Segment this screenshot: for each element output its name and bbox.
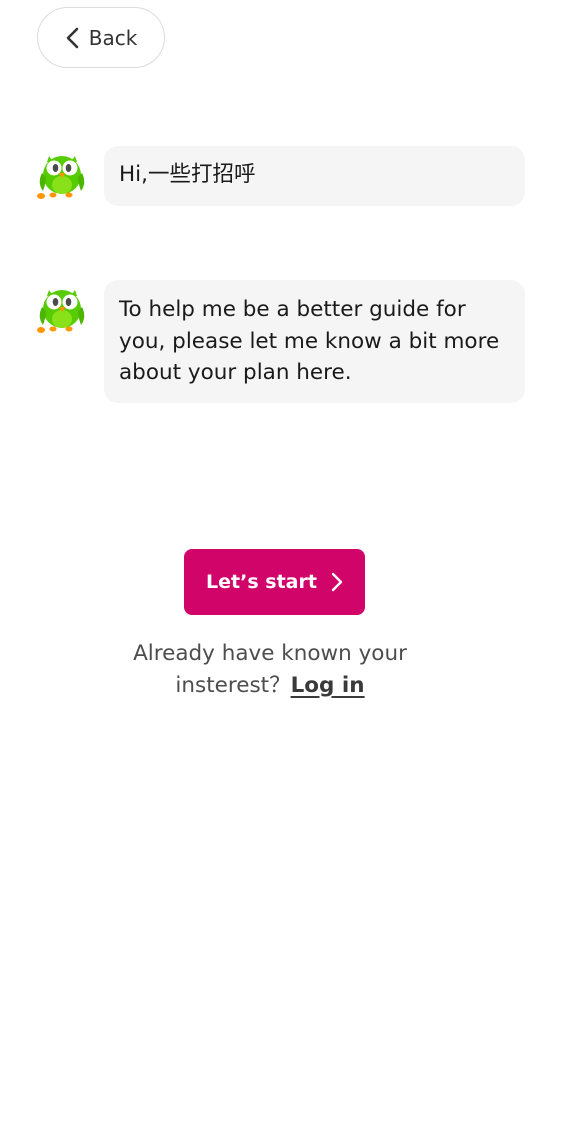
login-prompt-line2: insterest？Log in bbox=[0, 670, 540, 702]
chat-bubble: To help me be a better guide for you, pl… bbox=[104, 280, 525, 403]
chat-bubble: Hi,一些打招呼 bbox=[104, 146, 525, 206]
chat-onboarding-screen: Back Hi,一些打招呼 To help me be a better gui… bbox=[0, 0, 563, 1146]
login-prompt-line1: Already have known your bbox=[133, 641, 407, 666]
login-prompt-question: insterest？ bbox=[175, 672, 291, 698]
chevron-left-icon bbox=[66, 27, 79, 48]
back-button-label: Back bbox=[88, 25, 138, 50]
back-button[interactable]: Back bbox=[37, 7, 165, 68]
lets-start-label: Let’s start bbox=[206, 571, 317, 593]
login-prompt: Already have known your insterest？Log in bbox=[0, 638, 540, 701]
owl-mascot-icon bbox=[37, 156, 85, 199]
login-link[interactable]: Log in bbox=[291, 673, 365, 698]
lets-start-button[interactable]: Let’s start bbox=[184, 549, 365, 615]
owl-mascot-icon bbox=[37, 290, 85, 333]
chevron-right-icon bbox=[331, 572, 343, 592]
